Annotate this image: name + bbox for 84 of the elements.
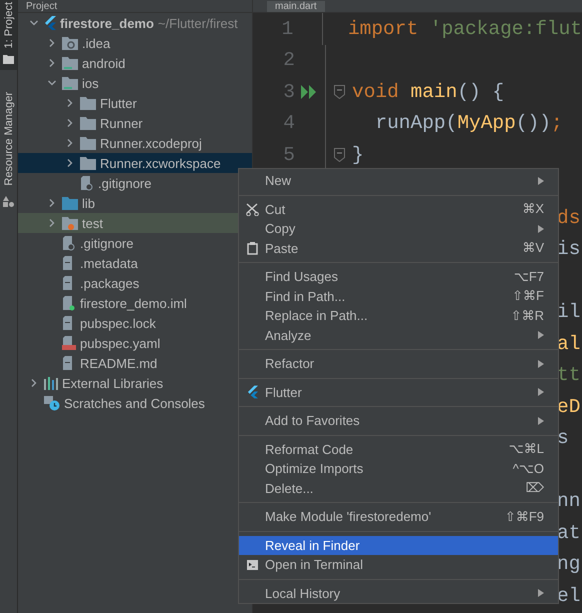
code-line: } <box>352 144 364 166</box>
code-fragment: il <box>557 301 580 324</box>
chevron-icon[interactable] <box>30 19 38 27</box>
tree-item[interactable]: Flutter <box>18 93 252 113</box>
folder-icon <box>62 36 78 50</box>
flutter-logo-icon <box>246 385 258 400</box>
code-fragment: at <box>557 522 580 544</box>
panel-title[interactable]: Project <box>26 1 58 12</box>
chevron-icon[interactable] <box>48 39 56 47</box>
line-number: 5 <box>282 144 295 166</box>
line-number: 2 <box>282 49 295 72</box>
chevron-icon[interactable] <box>66 99 74 107</box>
chevron-icon[interactable] <box>48 219 56 227</box>
chevron-icon[interactable] <box>48 59 56 67</box>
menu-item[interactable]: Open in Terminal <box>239 555 558 574</box>
tree-item[interactable]: Runner.xcodeproj <box>18 133 252 153</box>
file-icon <box>62 296 76 310</box>
folder-icon <box>62 76 78 90</box>
chevron-icon[interactable] <box>66 119 74 127</box>
code-fragment: el <box>557 584 580 607</box>
menu-item[interactable]: Local History <box>239 584 558 603</box>
file-icon <box>80 176 94 190</box>
chevron-icon[interactable] <box>30 379 38 387</box>
code-fragment: al <box>557 332 580 355</box>
fold-marker-icon[interactable] <box>334 84 344 99</box>
scissors-icon <box>246 202 258 216</box>
line-number: 3 <box>282 80 295 103</box>
code-line: void main() { <box>352 80 504 103</box>
code-fragment: is <box>557 238 580 260</box>
tree-item[interactable]: android <box>18 53 252 73</box>
line-number: 1 <box>280 18 294 40</box>
folder-icon <box>62 216 78 230</box>
shortcut-label: ⇧⌘R <box>510 308 544 324</box>
folder-icon <box>80 136 96 150</box>
terminal-icon <box>246 560 258 570</box>
folder-icon <box>80 156 96 170</box>
flutter-logo-icon <box>44 16 56 30</box>
menu-item[interactable]: Delete... ⌦ <box>239 478 558 498</box>
line-number: 4 <box>282 112 295 134</box>
chevron-icon[interactable] <box>66 159 74 167</box>
shortcut-label: ⇧⌘F9 <box>504 508 544 525</box>
chevron-icon[interactable] <box>48 79 56 87</box>
shortcut-label: ⌘V <box>522 240 544 256</box>
shortcut-label: ⌥⌘L <box>508 441 544 458</box>
folder-icon <box>80 116 96 130</box>
menu-item[interactable]: Reformat Code ⌥⌘L <box>239 440 558 459</box>
shortcut-label: ⌥F7 <box>514 268 544 285</box>
code-fragment: s <box>557 427 569 450</box>
code-fragment: eD <box>557 396 580 418</box>
chevron-icon[interactable] <box>66 139 74 147</box>
clipboard-icon <box>246 242 258 255</box>
menu-item[interactable]: Optimize Imports ^⌥O <box>239 459 558 478</box>
code-line: import 'package:flut <box>348 18 582 40</box>
code-fragment: tt <box>557 364 580 386</box>
tree-item[interactable]: Runner.xcworkspace <box>18 153 252 173</box>
shortcut-label: ⌦ <box>526 480 544 496</box>
fold-marker-icon[interactable] <box>334 148 344 162</box>
resource-manager-tab[interactable]: Resource Manager <box>2 92 14 186</box>
clock-file-icon <box>44 396 60 410</box>
shortcut-label: ^⌥O <box>512 460 544 477</box>
code-line: runApp(MyApp()); <box>374 112 563 134</box>
folder-icon <box>62 56 78 70</box>
code-fragment: ds <box>557 206 580 229</box>
shapes-icon <box>3 196 14 208</box>
folder-icon <box>62 196 78 210</box>
chevron-icon[interactable] <box>48 199 56 207</box>
tree-item[interactable]: Runner <box>18 113 252 133</box>
folder-icon <box>80 96 96 110</box>
editor-tab[interactable]: main.dart <box>267 1 325 12</box>
menu-item[interactable]: Reveal in Finder <box>239 536 558 555</box>
tree-item[interactable]: .idea <box>18 33 252 53</box>
menu-item[interactable]: Add to Favorites <box>239 411 558 430</box>
file-icon <box>62 236 76 250</box>
code-fragment: ng <box>557 553 580 576</box>
menu-item[interactable]: Make Module 'firestoredemo' ⇧⌘F9 <box>239 507 558 526</box>
tree-item[interactable]: firestore_demo ~/Flutter/firest <box>18 13 252 33</box>
code-fragment: nn <box>557 490 580 512</box>
file-icon <box>62 336 76 350</box>
run-icon[interactable] <box>301 84 319 99</box>
shortcut-label: ⇧⌘F <box>512 288 544 304</box>
bar-chart-icon <box>44 376 58 390</box>
shortcut-label: ⌘X <box>522 201 544 218</box>
tree-item[interactable]: ios <box>18 73 252 93</box>
folder-icon <box>3 54 14 64</box>
